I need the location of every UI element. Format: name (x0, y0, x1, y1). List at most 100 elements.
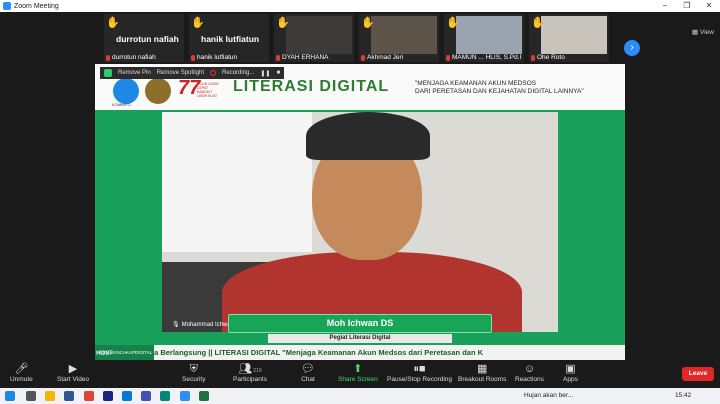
close-button[interactable]: ✕ (698, 0, 720, 12)
start-video-button[interactable]: ▶ Start Video (57, 363, 89, 383)
app-icon[interactable] (160, 391, 170, 401)
participants-button[interactable]: 👥︎219 Participants (233, 363, 267, 383)
app-icon[interactable] (141, 391, 151, 401)
muted-mic-icon (531, 54, 535, 61)
participants-icon: 👥︎219 (238, 363, 262, 375)
breakout-label: Breakout Rooms (458, 376, 507, 383)
main-video[interactable]: KOMINFO 77 PULIH LEBIH CEPAT BANGKIT LEB… (95, 64, 625, 360)
participant-name-large: durrotun nafiah (116, 34, 179, 44)
chat-icon: 💬︎ (301, 363, 315, 375)
pause-icon[interactable]: ❚❚ (260, 70, 270, 77)
quote-line-1: "MENJAGA KEAMANAN AKUN MEDSOS (415, 80, 537, 87)
participant-video (456, 16, 522, 54)
excel-icon[interactable] (199, 391, 209, 401)
participant-label: durrotun nafiah (106, 54, 156, 61)
participant-tile[interactable]: ✋ Akhmad Jeri (359, 14, 439, 62)
leave-button[interactable]: Leave (682, 367, 714, 381)
background-window (162, 112, 312, 252)
kominfo-text: KOMINFO (112, 102, 131, 107)
lower-third-role: Pegiat Literasi Digital (268, 334, 452, 343)
breakout-rooms-button[interactable]: ▦ Breakout Rooms (458, 363, 506, 383)
title-bar: Zoom Meeting − ❐ ✕ (0, 0, 720, 12)
participant-video (541, 16, 607, 54)
news-ticker: ara Berlangsung || LITERASI DIGITAL "Men… (95, 345, 625, 360)
participant-tile[interactable]: ✋ MAMUN ... HLIS, S.Pd.I (444, 14, 524, 62)
os-taskbar: Hujan akan ber... 15:42 (0, 388, 720, 404)
quote-line-2: DARI PERETASAN DAN KEJAHATAN DIGITAL LAI… (415, 88, 584, 95)
participant-label: Ohe Roto (531, 54, 565, 61)
apps-icon: ▣ (565, 363, 576, 375)
muted-mic-icon (361, 54, 365, 61)
participant-label: hanik lutfiatun (191, 54, 237, 61)
window-title: Zoom Meeting (14, 2, 59, 10)
raised-hand-icon: ✋ (361, 17, 375, 29)
reactions-icon: ☺ (523, 363, 536, 375)
raised-hand-icon: ✋ (191, 17, 205, 29)
windows-start-icon[interactable] (5, 391, 15, 401)
reactions-button[interactable]: ☺ Reactions (515, 363, 544, 383)
participant-tile[interactable]: ✋ Ohe Roto (529, 14, 609, 62)
file-explorer-icon[interactable] (45, 391, 55, 401)
weather-notification[interactable]: Hujan akan ber... (524, 391, 573, 401)
clock: 15:42 (675, 392, 692, 399)
zoom-taskbar-icon[interactable] (180, 391, 190, 401)
garuda-emblem-icon (145, 78, 171, 104)
participant-label-text: MAMUN ... HLIS, S.Pd.I (452, 54, 522, 61)
raised-hand-icon: ✋ (531, 17, 545, 29)
remove-pin-button[interactable]: Remove Pin (118, 70, 151, 76)
stop-icon[interactable]: ■ (276, 70, 280, 76)
participant-label-text: Ohe Roto (537, 54, 565, 61)
share-screen-button[interactable]: ⬆ Share Screen (338, 363, 378, 383)
meeting-toolbar: 🎤︎ Unmute ▶ Start Video ⛨ Security 👥︎219 Par… (0, 360, 720, 388)
raised-hand-icon: ✋ (446, 17, 460, 29)
share-screen-label: Share Screen (338, 376, 378, 383)
speaker-label-text: Mohammad Ichwan (181, 321, 234, 328)
participant-name-large: hanik lutfiatun (201, 34, 260, 44)
raised-hand-icon: ✋ (106, 17, 120, 29)
unmute-label: Unmute (10, 376, 33, 383)
mic-muted-icon: 🎤︎ (14, 363, 29, 375)
shield-icon: ⛨ (189, 363, 198, 375)
maximize-button[interactable]: ❐ (676, 0, 698, 12)
photoshop-icon[interactable] (103, 391, 113, 401)
unmute-button[interactable]: 🎤︎ Unmute (10, 363, 33, 383)
kominfo-logo-icon (113, 78, 139, 104)
apps-label: Apps (563, 376, 578, 383)
apps-button[interactable]: ▣ Apps (563, 363, 578, 383)
participant-tile[interactable]: ✋ hanik lutfiatun hanik lutfiatun (189, 14, 269, 62)
record-button[interactable]: ⏸■ Pause/Stop Recording (387, 363, 452, 383)
remove-spotlight-button[interactable]: Remove Spotlight (157, 70, 204, 76)
participants-label: Participants (233, 376, 267, 383)
reactions-label: Reactions (515, 376, 544, 383)
chat-button[interactable]: 💬︎ Chat (301, 363, 315, 383)
view-button[interactable]: ▦ View (692, 28, 714, 37)
participants-count: 219 (253, 368, 262, 374)
participant-label-text: DYAH ERHANA (282, 54, 329, 61)
next-page-button[interactable]: › (624, 40, 640, 56)
edge-icon[interactable] (122, 391, 132, 401)
speaker-cap (306, 112, 430, 160)
muted-mic-icon (446, 54, 450, 61)
security-label: Security (182, 376, 206, 383)
security-button[interactable]: ⛨ Security (182, 363, 205, 383)
participant-label-text: durrotun nafiah (112, 54, 156, 61)
task-view-icon[interactable] (26, 391, 36, 401)
participant-label-text: hanik lutfiatun (197, 54, 238, 61)
video-off-icon: ▶ (68, 363, 78, 375)
participant-label: Akhmad Jeri (361, 54, 403, 61)
minimize-button[interactable]: − (654, 0, 676, 12)
chrome-icon[interactable] (84, 391, 94, 401)
recording-icon (210, 70, 217, 76)
participant-label-text: Akhmad Jeri (367, 54, 404, 61)
participant-label: MAMUN ... HLIS, S.Pd.I (446, 54, 521, 61)
muted-mic-icon (106, 54, 110, 61)
chat-label: Chat (301, 376, 315, 383)
record-label: Pause/Stop Recording (387, 376, 453, 383)
recording-status: Recording... (222, 70, 255, 76)
word-icon[interactable] (64, 391, 74, 401)
participant-tile[interactable]: ✋ DYAH ERHANA (274, 14, 354, 62)
speaker-video: 🎙 Mohammad Ichwan (162, 112, 558, 332)
breakout-icon: ▦ (477, 363, 488, 375)
participant-tile[interactable]: ✋ durrotun nafiah durrotun nafiah (104, 14, 184, 62)
lower-third-name: Moh Ichwan DS (228, 314, 492, 333)
